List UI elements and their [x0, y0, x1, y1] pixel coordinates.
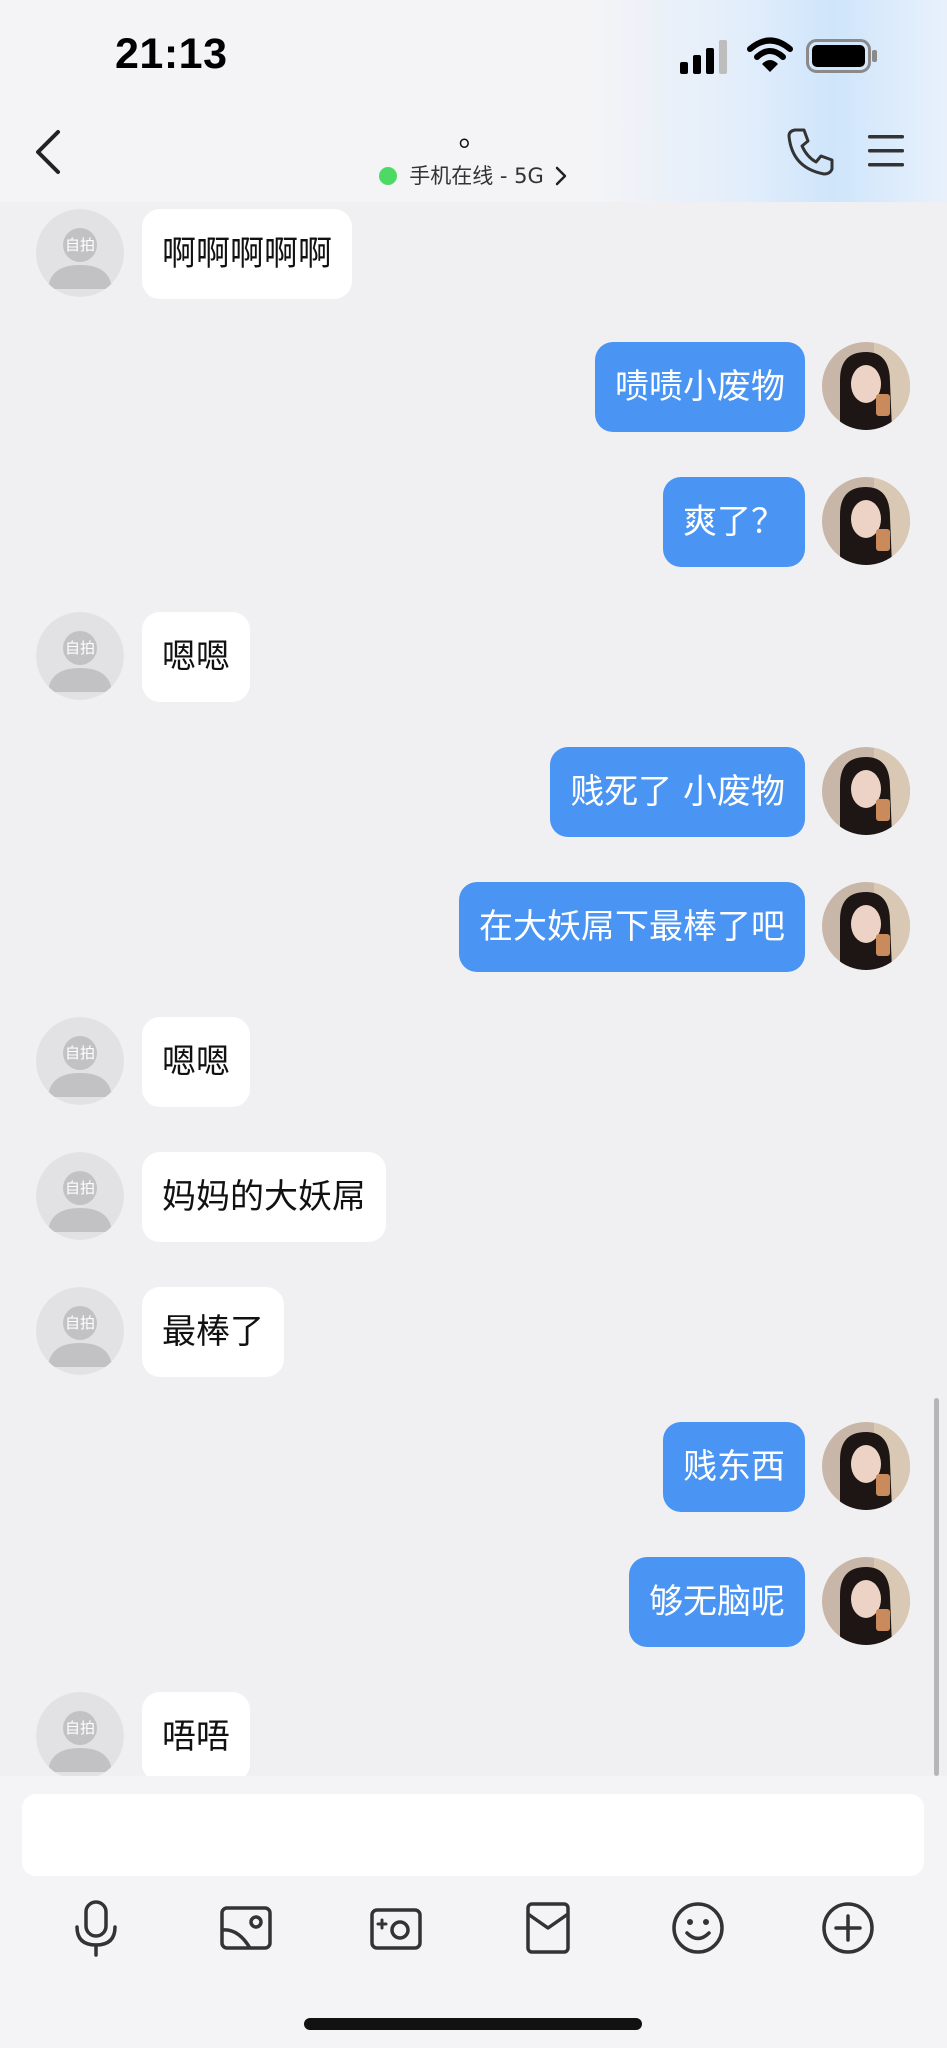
menu-icon[interactable] [866, 132, 906, 170]
user-avatar[interactable] [822, 342, 910, 430]
microphone-icon[interactable] [66, 1898, 126, 1958]
message-incoming: 自拍 嗯嗯 [0, 612, 947, 702]
image-icon[interactable] [216, 1898, 276, 1958]
message-outgoing: 啧啧小废物 [0, 342, 947, 432]
user-avatar[interactable] [822, 477, 910, 565]
placeholder-avatar[interactable]: 自拍 [36, 1287, 124, 1375]
plus-icon[interactable] [818, 1898, 878, 1958]
message-bubble[interactable]: 啊啊啊啊啊 [142, 209, 352, 299]
avatar-placeholder-label: 自拍 [65, 236, 95, 254]
message-bubble[interactable]: 在大妖屌下最棒了吧 [459, 882, 805, 972]
placeholder-avatar[interactable]: 自拍 [36, 1152, 124, 1240]
user-avatar[interactable] [822, 1422, 910, 1510]
message-outgoing: 爽了？ [0, 477, 947, 567]
message-outgoing: 贱东西 [0, 1422, 947, 1512]
placeholder-avatar[interactable]: 自拍 [36, 612, 124, 700]
message-incoming: 自拍 啊啊啊啊啊 [0, 209, 947, 299]
cellular-signal-icon [680, 40, 727, 74]
message-bubble[interactable]: 嗯嗯 [142, 1017, 250, 1107]
avatar-placeholder-label: 自拍 [65, 1179, 95, 1197]
message-bubble[interactable]: 爽了？ [663, 477, 805, 567]
avatar-placeholder-label: 自拍 [65, 639, 95, 657]
battery-icon [806, 39, 877, 73]
wifi-icon [747, 37, 793, 72]
emoji-icon[interactable] [668, 1898, 728, 1958]
camera-icon[interactable] [366, 1898, 426, 1958]
chevron-right-icon [555, 166, 567, 186]
message-incoming: 自拍 妈妈的大妖屌 [0, 1152, 947, 1242]
message-bubble[interactable]: 够无脑呢 [629, 1557, 805, 1647]
message-outgoing: 够无脑呢 [0, 1557, 947, 1647]
top-bar: 21:13 。 手机在线 - 5G [0, 0, 947, 202]
message-bubble[interactable]: 啧啧小废物 [595, 342, 805, 432]
status-time: 21:13 [115, 30, 228, 78]
message-incoming: 自拍 最棒了 [0, 1287, 947, 1377]
message-incoming: 自拍 唔唔 [0, 1692, 947, 1776]
scrollbar[interactable] [934, 1398, 939, 1776]
message-incoming: 自拍 嗯嗯 [0, 1017, 947, 1107]
avatar-placeholder-label: 自拍 [65, 1314, 95, 1332]
message-bubble[interactable]: 妈妈的大妖屌 [142, 1152, 386, 1242]
avatar-placeholder-label: 自拍 [65, 1719, 95, 1737]
placeholder-avatar[interactable]: 自拍 [36, 209, 124, 297]
message-list[interactable]: 自拍 啊啊啊啊啊 啧啧小废物 爽了？ 自拍 嗯嗯 贱死了 小废物 在大妖屌下最棒… [0, 202, 947, 1776]
composer-bar [0, 1776, 947, 2048]
message-bubble[interactable]: 贱东西 [663, 1422, 805, 1512]
message-input[interactable] [22, 1794, 924, 1876]
user-avatar[interactable] [822, 1557, 910, 1645]
message-bubble[interactable]: 贱死了 小废物 [550, 747, 805, 837]
online-status-text: 手机在线 - 5G [409, 164, 544, 188]
red-packet-icon[interactable] [518, 1898, 578, 1958]
message-bubble[interactable]: 嗯嗯 [142, 612, 250, 702]
avatar-placeholder-label: 自拍 [65, 1044, 95, 1062]
home-indicator[interactable] [304, 2018, 642, 2030]
placeholder-avatar[interactable]: 自拍 [36, 1017, 124, 1105]
message-outgoing: 在大妖屌下最棒了吧 [0, 882, 947, 972]
message-bubble[interactable]: 唔唔 [142, 1692, 250, 1776]
phone-call-icon[interactable] [786, 126, 834, 176]
online-dot-icon [379, 167, 398, 185]
message-bubble[interactable]: 最棒了 [142, 1287, 284, 1377]
user-avatar[interactable] [822, 747, 910, 835]
placeholder-avatar[interactable]: 自拍 [36, 1692, 124, 1776]
message-outgoing: 贱死了 小废物 [0, 747, 947, 837]
user-avatar[interactable] [822, 882, 910, 970]
